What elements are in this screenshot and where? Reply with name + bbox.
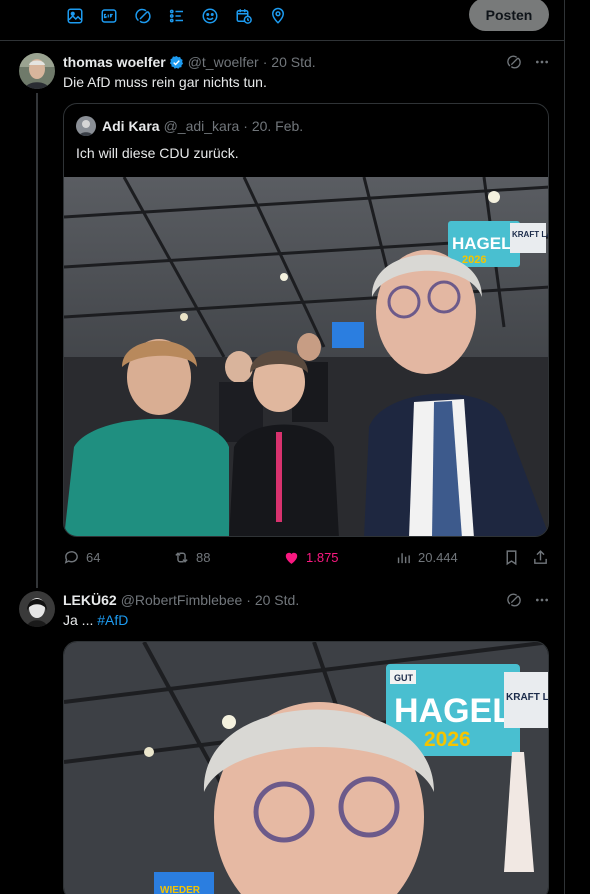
sign-side-text: KRAFT LAND <box>512 230 549 239</box>
quote-text: Ich will diese CDU zurück. <box>76 145 239 161</box>
views-button[interactable]: 20.444 <box>395 549 458 566</box>
sign-year-text: 2026 <box>462 254 486 266</box>
hashtag-link[interactable]: #AfD <box>97 612 128 628</box>
reply-icon <box>64 551 78 564</box>
timestamp[interactable]: · 20 Std. <box>246 591 299 609</box>
tweet-text-prefix: Ja ... <box>63 612 98 628</box>
like-button[interactable]: 1.875 <box>283 549 339 566</box>
location-icon[interactable] <box>267 5 289 27</box>
repost-button[interactable]: 88 <box>173 549 210 566</box>
bookmark-icon <box>506 550 517 566</box>
grok-icon[interactable] <box>506 592 522 608</box>
post-button[interactable]: Posten <box>469 0 549 31</box>
more-icon[interactable] <box>534 592 550 608</box>
schedule-icon[interactable] <box>233 5 255 27</box>
tweet-text: Die AfD muss rein gar nichts tun. <box>63 74 267 90</box>
quote-photo[interactable]: HAGEL 2026 KRAFT LAND <box>64 177 549 536</box>
quoted-tweet[interactable]: Adi Kara @_adi_kara · 20. Feb. Ich will … <box>63 103 549 537</box>
emoji-icon[interactable] <box>199 5 221 27</box>
sign-hagel-text: HAGEL <box>452 234 512 253</box>
tweet-header-actions <box>506 54 550 70</box>
sign-side-text: KRAFT LAND <box>506 692 549 703</box>
views-icon <box>397 553 410 564</box>
grok-icon[interactable] <box>506 54 522 70</box>
handle[interactable]: @t_woelfer <box>188 53 259 71</box>
tweet-lekue62[interactable]: LEKÜ62 @RobertFimblebee · 20 Std. Ja ...… <box>0 586 564 894</box>
thread-line <box>36 93 38 588</box>
quote-avatar[interactable] <box>76 116 96 136</box>
handle[interactable]: @RobertFimblebee <box>121 591 243 609</box>
tweet-actions: 64 88 1.875 20.444 <box>63 549 550 571</box>
quote-timestamp[interactable]: · 20. Feb. <box>243 117 303 135</box>
quote-handle[interactable]: @_adi_kara <box>164 117 240 135</box>
composer-toolbar: Posten <box>0 0 564 41</box>
quote-header: Adi Kara @_adi_kara · 20. Feb. <box>76 116 303 136</box>
bookmark-button[interactable] <box>503 549 520 566</box>
tweet-header-actions <box>506 592 550 608</box>
sign-badge-text: GUT <box>394 673 414 683</box>
sign-hagel-text: HAGEL <box>394 692 513 730</box>
display-name[interactable]: LEKÜ62 <box>63 591 117 609</box>
timeline-column: Posten thomas woelfer @t_woelfer · 20 St… <box>0 0 565 894</box>
views-count: 20.444 <box>418 550 458 565</box>
verified-badge-icon[interactable] <box>169 55 184 70</box>
timestamp[interactable]: · 20 Std. <box>263 53 316 71</box>
tweet-thomas-woelfer[interactable]: thomas woelfer @t_woelfer · 20 Std. Die … <box>0 41 564 588</box>
heart-icon <box>285 552 298 564</box>
quote-display-name[interactable]: Adi Kara <box>102 117 160 135</box>
sign-year-text: 2026 <box>424 728 471 751</box>
tweet-header: thomas woelfer @t_woelfer · 20 Std. <box>63 53 316 71</box>
gif-icon[interactable] <box>98 5 120 27</box>
share-button[interactable] <box>532 549 549 566</box>
grok-icon[interactable] <box>132 5 154 27</box>
tweet-photo[interactable]: GUT HAGEL 2026 KRAFT LAND WIEDER <box>63 641 549 894</box>
tweet-text: Ja ... #AfD <box>63 611 128 629</box>
repost-count: 88 <box>196 550 211 565</box>
share-icon <box>534 550 547 564</box>
page: Posten thomas woelfer @t_woelfer · 20 St… <box>0 0 590 894</box>
reply-button[interactable]: 64 <box>63 549 100 566</box>
image-icon[interactable] <box>64 5 86 27</box>
bottom-sign-text: WIEDER <box>160 885 201 894</box>
like-count: 1.875 <box>306 550 339 565</box>
tweet-header: LEKÜ62 @RobertFimblebee · 20 Std. <box>63 591 299 609</box>
avatar[interactable] <box>19 53 55 89</box>
more-icon[interactable] <box>534 54 550 70</box>
display-name[interactable]: thomas woelfer <box>63 53 166 71</box>
reply-count: 64 <box>86 550 101 565</box>
repost-icon <box>175 552 188 563</box>
avatar[interactable] <box>19 591 55 627</box>
poll-icon[interactable] <box>166 5 188 27</box>
